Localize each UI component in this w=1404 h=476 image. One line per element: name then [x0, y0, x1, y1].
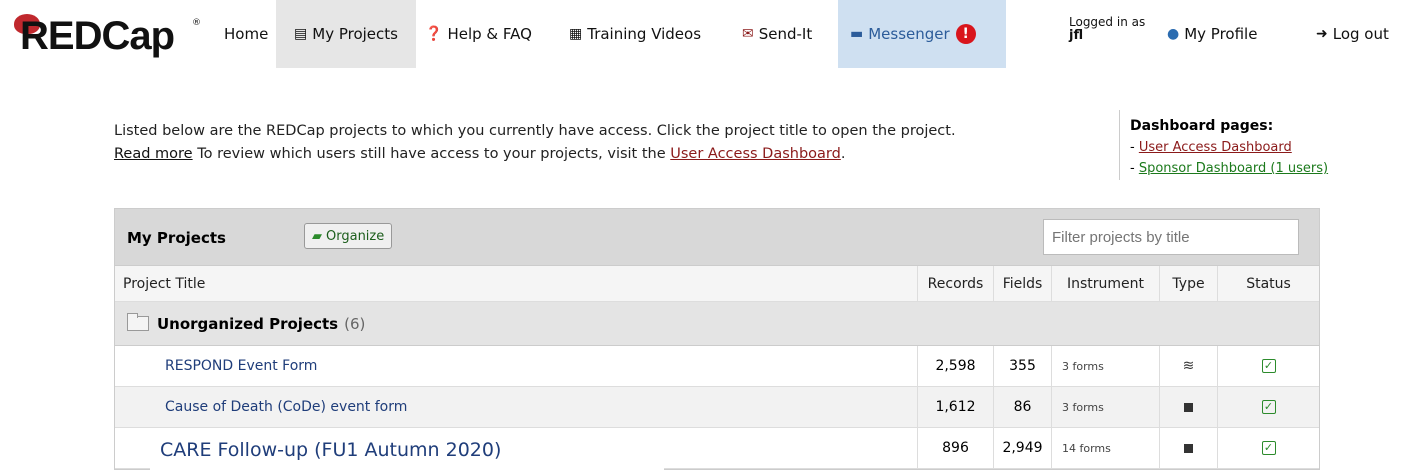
- col-instrument[interactable]: Instrument: [1051, 266, 1159, 301]
- nav-help-label: Help & FAQ: [447, 25, 532, 43]
- nav-home[interactable]: Home: [214, 0, 278, 68]
- nav-my-projects[interactable]: ▤ My Projects: [276, 0, 416, 68]
- nav-my-projects-label: My Projects: [312, 25, 398, 43]
- user-access-dashboard-link[interactable]: User Access Dashboard: [670, 146, 841, 162]
- organize-label: Organize: [326, 228, 385, 244]
- intro-text-2: To review which users still have access …: [192, 146, 671, 162]
- status-check-icon: ✓: [1261, 359, 1276, 373]
- longitudinal-stack-icon: ≋: [1182, 358, 1195, 374]
- project-status: ✓: [1217, 428, 1319, 468]
- nav-training-label: Training Videos: [587, 25, 702, 43]
- column-header-row: Project Title Records Fields Instrument …: [115, 266, 1319, 302]
- col-status[interactable]: Status: [1217, 266, 1319, 301]
- col-type[interactable]: Type: [1159, 266, 1217, 301]
- folder-name: Unorganized Projects: [157, 314, 339, 333]
- dashboard-user-access-link[interactable]: User Access Dashboard: [1139, 140, 1292, 155]
- user-circle-icon: ●: [1167, 26, 1180, 42]
- film-icon: ▦: [569, 26, 583, 42]
- project-fields: 355: [993, 346, 1051, 386]
- classic-square-icon: [1184, 443, 1193, 453]
- table-header-bar: My Projects ▰ Organize: [115, 209, 1319, 266]
- project-records: 896: [917, 428, 993, 468]
- logged-in-username: jfl: [1069, 28, 1084, 43]
- project-status: ✓: [1217, 387, 1319, 427]
- intro-text: Listed below are the REDCap projects to …: [114, 120, 1099, 166]
- folder-count: (6): [344, 314, 366, 333]
- dashboard-link-prefix: -: [1130, 161, 1139, 176]
- classic-square-icon: [1184, 402, 1193, 412]
- nav-send-it[interactable]: ✉ Send-It: [742, 0, 812, 68]
- messenger-alert-badge: !: [955, 24, 976, 44]
- status-check-icon: ✓: [1261, 400, 1276, 414]
- intro-text-1: Listed below are the REDCap projects to …: [114, 123, 956, 139]
- table-row: RESPOND Event Form 2,598 355 3 forms ≋ ✓: [115, 346, 1319, 387]
- nav-home-label: Home: [224, 25, 269, 43]
- table-row: Cause of Death (CoDe) event form 1,612 8…: [115, 387, 1319, 428]
- project-fields: 2,949: [993, 428, 1051, 468]
- project-fields: 86: [993, 387, 1051, 427]
- dashboard-link-prefix: -: [1130, 140, 1139, 155]
- nav-profile-label: My Profile: [1184, 25, 1258, 43]
- nav-my-profile[interactable]: ● My Profile: [1167, 0, 1257, 68]
- filter-projects-input[interactable]: [1043, 219, 1299, 255]
- redcap-logo[interactable]: REDCap ®: [12, 12, 201, 62]
- dashboard-sponsor-link[interactable]: Sponsor Dashboard (1 users): [1139, 161, 1328, 176]
- list-icon: ▤: [294, 26, 308, 42]
- col-fields[interactable]: Fields: [993, 266, 1051, 301]
- col-project-title[interactable]: Project Title: [115, 266, 917, 301]
- project-type: [1159, 428, 1217, 468]
- project-instruments: 14 forms: [1051, 428, 1159, 468]
- table-title: My Projects: [127, 229, 226, 247]
- organize-button[interactable]: ▰ Organize: [304, 223, 393, 249]
- logo-registered-mark: ®: [192, 18, 201, 28]
- nav-help-faq[interactable]: ❓ Help & FAQ: [425, 0, 532, 68]
- project-records: 2,598: [917, 346, 993, 386]
- question-circle-icon: ❓: [425, 26, 443, 42]
- envelope-icon: ✉: [742, 26, 754, 42]
- project-instruments: 3 forms: [1051, 387, 1159, 427]
- folder-open-icon: ▰: [312, 228, 322, 244]
- top-navbar: REDCap ® Home ▤ My Projects ❓ Help & FAQ…: [0, 0, 1404, 68]
- folder-icon: [127, 313, 149, 331]
- project-instruments: 3 forms: [1051, 346, 1159, 386]
- read-more-link[interactable]: Read more: [114, 146, 193, 162]
- folder-unorganized-projects[interactable]: Unorganized Projects (6): [115, 302, 1319, 346]
- nav-sendit-label: Send-It: [758, 25, 813, 43]
- sign-out-icon: ➜: [1316, 26, 1328, 42]
- nav-training-videos[interactable]: ▦ Training Videos: [569, 0, 701, 68]
- logo-text: REDCap: [20, 14, 175, 58]
- intro-text-3: .: [840, 146, 846, 162]
- nav-messenger[interactable]: ▬ Messenger !: [838, 0, 1006, 68]
- logged-in-status: Logged in as jfl: [1069, 16, 1145, 43]
- project-title-link[interactable]: Cause of Death (CoDe) event form: [115, 387, 917, 427]
- project-title-link[interactable]: RESPOND Event Form: [115, 346, 917, 386]
- highlighted-project-title[interactable]: CARE Follow-up (FU1 Autumn 2020): [150, 428, 664, 472]
- col-records[interactable]: Records: [917, 266, 993, 301]
- status-check-icon: ✓: [1261, 441, 1276, 455]
- nav-log-out[interactable]: ➜ Log out: [1316, 0, 1389, 68]
- project-records: 1,612: [917, 387, 993, 427]
- comment-icon: ▬: [850, 26, 864, 42]
- nav-logout-label: Log out: [1332, 25, 1389, 43]
- project-type: [1159, 387, 1217, 427]
- project-status: ✓: [1217, 346, 1319, 386]
- dashboard-pages-title: Dashboard pages:: [1130, 118, 1274, 134]
- project-type: ≋: [1159, 346, 1217, 386]
- dashboard-pages-panel: Dashboard pages: - User Access Dashboard…: [1119, 110, 1328, 180]
- nav-messenger-label: Messenger: [868, 25, 950, 43]
